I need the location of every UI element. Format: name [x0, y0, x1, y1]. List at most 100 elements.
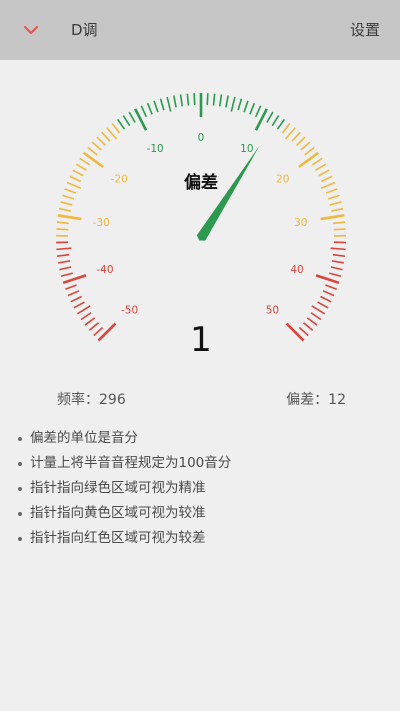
gauge-tick [298, 151, 320, 168]
gauge-tick [281, 122, 291, 134]
gauge-tick [276, 118, 286, 130]
gauge-tick [116, 118, 126, 130]
gauge-dial: -50 -40 -30 -20 -10 0 10 20 30 40 50 偏差 1 [56, 93, 346, 360]
gauge-tick [304, 146, 315, 156]
gauge-tick [62, 274, 87, 285]
gauge-tick [84, 317, 96, 326]
gauge-tick [57, 253, 70, 257]
gauge-tick [331, 207, 344, 212]
gauge-tick [69, 175, 81, 183]
gauge-tick [333, 221, 346, 225]
gauge-tick [315, 274, 340, 285]
gauge-tick [329, 201, 342, 206]
gauge-scale-labels: -50 -40 -30 -20 -10 0 10 20 30 40 50 [93, 132, 308, 316]
gauge-tick [284, 127, 296, 140]
gauge-tick [311, 305, 326, 315]
gauge-tick [65, 284, 77, 291]
gauge-tick [285, 322, 305, 342]
bullet-icon [18, 437, 22, 441]
gauge-scale-label: 10 [240, 143, 253, 155]
gauge-tick [66, 181, 82, 189]
deviation-readout: 偏差：12 [286, 392, 346, 408]
gauge-tick [298, 326, 309, 337]
gauge-tick [249, 102, 256, 115]
gauge-tick [302, 322, 314, 332]
gauge-tick [329, 272, 342, 278]
gauge-tick [300, 141, 311, 151]
bullet-icon [18, 487, 22, 491]
gauge-tick [70, 295, 82, 303]
gauge-tick [310, 312, 322, 321]
gauge-tick [101, 131, 111, 142]
gauge-tick [230, 96, 236, 112]
gauge-tick [153, 100, 159, 113]
gauge-scale-label: -50 [121, 304, 138, 316]
gauge-tick [57, 214, 82, 221]
bullet-icon [18, 462, 22, 466]
gauge-tick [320, 181, 336, 189]
gauge-tick [271, 115, 280, 127]
gauge-value-display: 1 [190, 320, 212, 360]
gauge-tick [322, 290, 335, 297]
gauge-center-title: 偏差 [184, 172, 218, 193]
gauge-tick [325, 284, 337, 291]
gauge-tick [237, 98, 243, 111]
gauge-tick [58, 207, 71, 212]
list-item: 指针指向绿色区域可视为精准 [16, 481, 231, 507]
tuning-dropdown-button[interactable] [18, 18, 44, 42]
gauge-tick [73, 301, 85, 309]
gauge-tick [206, 93, 209, 106]
gauge-tick [67, 290, 80, 297]
gauge-tick [166, 96, 172, 112]
gauge-tick [59, 266, 72, 271]
gauge-tick [76, 305, 91, 315]
gauge-tick [60, 272, 73, 278]
gauge-tick [87, 146, 98, 156]
gauge-tick [186, 93, 190, 106]
gauge-tick [212, 93, 216, 106]
gauge-tick [72, 169, 84, 177]
info-notes-list: 偏差的单位是音分 计量上将半音音程规定为100音分 指针指向绿色区域可视为精准 … [16, 431, 231, 557]
gauge-tick [64, 188, 77, 194]
gauge-tick [128, 111, 136, 123]
gauge-scale-label: -20 [111, 174, 128, 186]
bullet-icon [18, 537, 22, 541]
gauge-tick [306, 317, 318, 326]
gauge-scale-label: -40 [96, 264, 113, 276]
gauge-tick [56, 221, 69, 225]
gauge-tick [193, 93, 196, 106]
gauge-tick [266, 111, 274, 123]
gauge-scale-label: 0 [198, 132, 205, 144]
gauge-tick [315, 163, 327, 171]
gauge-tick [122, 115, 131, 127]
gauge-tick [255, 105, 262, 118]
gauge-tick [321, 175, 333, 183]
gauge-tick [62, 194, 75, 200]
gauge-tick [79, 157, 91, 166]
gauge-tick [88, 322, 100, 332]
gauge-tick [80, 312, 92, 321]
gauge-tick [311, 157, 323, 166]
gauge-tick [91, 141, 102, 151]
settings-button[interactable]: 设置 [350, 19, 380, 40]
chevron-down-icon [24, 25, 38, 34]
tuning-label[interactable]: D调 [71, 19, 98, 40]
bullet-icon [18, 512, 22, 516]
gauge-scale-label: -10 [147, 143, 164, 155]
list-item: 指针指向红色区域可视为较差 [16, 531, 231, 557]
gauge-tick [291, 131, 301, 142]
gauge-tick [320, 214, 345, 221]
top-bar: D调 设置 [0, 0, 400, 60]
gauge-tick [332, 253, 345, 257]
gauge-tick [106, 127, 118, 140]
tuner-gauge: -50 -40 -30 -20 -10 0 10 20 30 40 50 偏差 1 [0, 60, 400, 380]
gauge-tick [295, 136, 306, 147]
gauge-tick [218, 94, 223, 107]
gauge-tick [96, 136, 107, 147]
frequency-readout: 频率：296 [57, 392, 126, 408]
gauge-tick [159, 98, 165, 111]
gauge-scale-label: 30 [294, 217, 307, 229]
list-item: 偏差的单位是音分 [16, 431, 231, 457]
gauge-scale-label: 40 [290, 264, 303, 276]
gauge-tick [330, 266, 343, 271]
